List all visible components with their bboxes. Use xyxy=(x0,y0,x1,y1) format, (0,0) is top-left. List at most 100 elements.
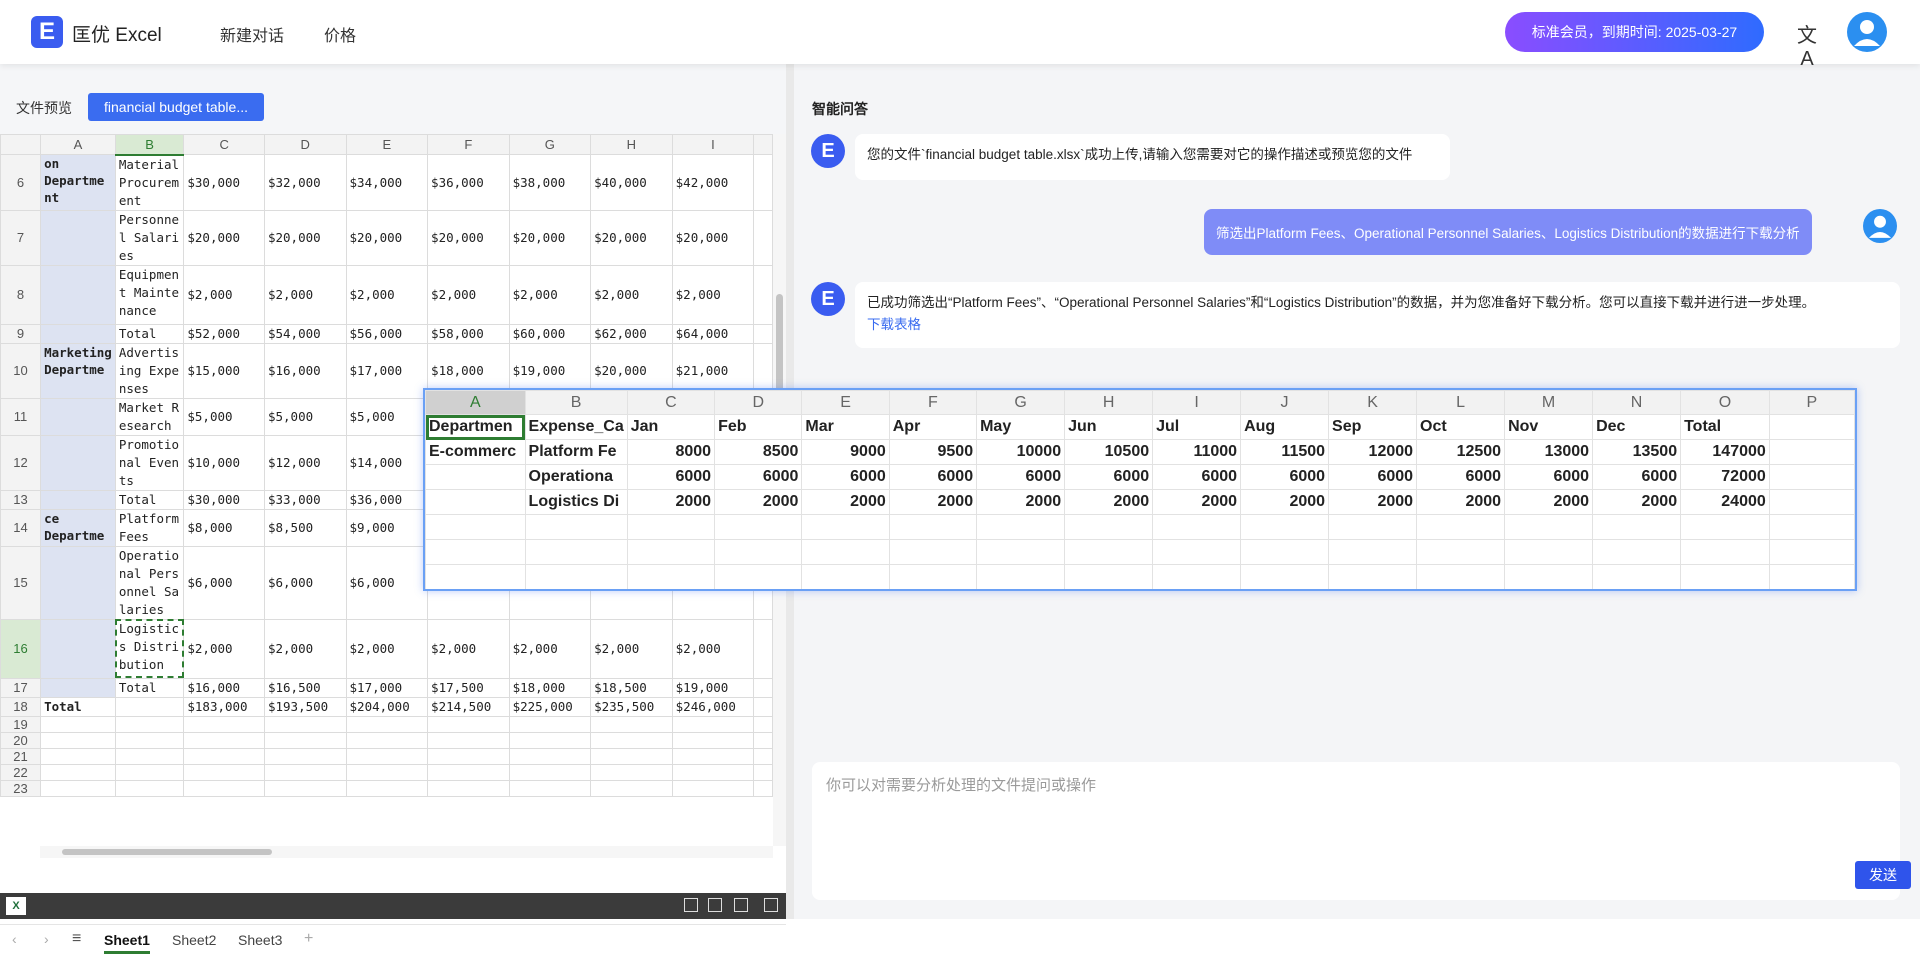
row-number[interactable]: 8 xyxy=(0,264,42,325)
cell-value[interactable]: $62,000 xyxy=(590,323,673,344)
column-header[interactable]: F xyxy=(427,134,510,155)
preview-cell[interactable] xyxy=(888,564,978,589)
preview-cell[interactable] xyxy=(425,564,526,589)
preview-cell[interactable]: 13500 xyxy=(1592,439,1682,465)
cell-value[interactable] xyxy=(753,209,773,266)
preview-header-cell[interactable]: Aug xyxy=(1240,414,1330,440)
preview-cell[interactable] xyxy=(1416,539,1506,565)
cell-b[interactable]: Total xyxy=(114,677,185,698)
cell-value[interactable]: $18,500 xyxy=(590,677,673,698)
cell-b[interactable]: Platform Fees xyxy=(114,508,185,547)
cell-a[interactable] xyxy=(40,618,116,679)
cell-value[interactable] xyxy=(183,779,265,797)
preview-cell[interactable] xyxy=(888,514,978,540)
cell-value[interactable]: $33,000 xyxy=(263,489,347,510)
column-header[interactable]: B xyxy=(114,134,185,156)
cell-value[interactable]: $16,500 xyxy=(263,677,347,698)
cell-value[interactable]: $19,000 xyxy=(671,677,755,698)
preview-cell[interactable] xyxy=(976,564,1066,589)
preview-column-header[interactable]: F xyxy=(888,390,978,415)
cell-value[interactable] xyxy=(753,731,773,749)
preview-column-header[interactable]: N xyxy=(1592,390,1682,415)
cell-value[interactable]: $183,000 xyxy=(183,696,265,717)
preview-cell[interactable] xyxy=(1416,514,1506,540)
row-number[interactable]: 20 xyxy=(0,731,42,749)
cell-value[interactable]: $30,000 xyxy=(183,489,265,510)
cell-value[interactable]: $20,000 xyxy=(508,209,592,266)
preview-cell[interactable] xyxy=(1592,564,1682,589)
send-button[interactable]: 发送 xyxy=(1855,861,1911,889)
cell-value[interactable]: $235,500 xyxy=(590,696,673,717)
status-copy-icon[interactable] xyxy=(684,898,698,912)
cell-value[interactable] xyxy=(671,731,755,749)
preview-cell[interactable] xyxy=(1064,564,1154,589)
preview-cell[interactable] xyxy=(524,514,628,540)
preview-cell[interactable] xyxy=(1680,564,1770,589)
cell-value[interactable] xyxy=(590,779,673,797)
preview-cell[interactable] xyxy=(1680,514,1770,540)
preview-cell[interactable]: 72000 xyxy=(1680,464,1770,490)
cell-value[interactable]: $14,000 xyxy=(345,434,429,491)
preview-cell[interactable]: 9500 xyxy=(888,439,978,465)
cell-value[interactable]: $17,000 xyxy=(345,677,429,698)
cell-a[interactable] xyxy=(40,715,116,733)
cell-value[interactable]: $52,000 xyxy=(183,323,265,344)
cell-value[interactable] xyxy=(183,747,265,765)
cell-b[interactable] xyxy=(114,715,185,733)
cell-value[interactable] xyxy=(508,779,592,797)
cell-a[interactable] xyxy=(40,677,116,698)
preview-cell[interactable] xyxy=(976,514,1066,540)
cell-b[interactable]: Total xyxy=(114,489,185,510)
preview-column-header[interactable]: I xyxy=(1152,390,1242,415)
preview-cell[interactable] xyxy=(626,539,716,565)
cell-value[interactable]: $20,000 xyxy=(671,209,755,266)
preview-cell[interactable] xyxy=(1768,539,1855,565)
preview-cell[interactable]: 10500 xyxy=(1064,439,1154,465)
cell-value[interactable] xyxy=(183,715,265,733)
cell-value[interactable]: $18,000 xyxy=(508,677,592,698)
cell-value[interactable]: $2,000 xyxy=(183,264,265,325)
preview-cell[interactable]: 11000 xyxy=(1152,439,1242,465)
cell-value[interactable]: $38,000 xyxy=(508,154,592,211)
cell-value[interactable]: $42,000 xyxy=(671,154,755,211)
cell-value[interactable]: $36,000 xyxy=(427,154,510,211)
cell-b[interactable]: Advertising Expenses xyxy=(114,342,185,399)
preview-cell[interactable] xyxy=(1504,514,1594,540)
row-number[interactable]: 17 xyxy=(0,677,42,698)
preview-cell[interactable] xyxy=(1152,514,1242,540)
cell-a[interactable]: Total xyxy=(40,696,116,717)
cell-value[interactable] xyxy=(427,763,510,781)
preview-cell[interactable]: 6000 xyxy=(714,464,803,490)
membership-badge[interactable]: 标准会员，到期时间: 2025-03-27 xyxy=(1505,12,1764,52)
row-number[interactable]: 12 xyxy=(0,434,42,491)
cell-value[interactable]: $6,000 xyxy=(263,545,347,620)
cell-value[interactable]: $32,000 xyxy=(263,154,347,211)
preview-cell[interactable]: 2000 xyxy=(1328,489,1418,515)
download-table-link[interactable]: 下载表格 xyxy=(867,314,1888,336)
nav-pricing[interactable]: 价格 xyxy=(324,22,356,46)
cell-value[interactable]: $2,000 xyxy=(671,618,755,679)
cell-value[interactable] xyxy=(427,747,510,765)
preview-cell[interactable]: 13000 xyxy=(1504,439,1594,465)
preview-cell[interactable] xyxy=(1768,464,1855,490)
preview-cell[interactable] xyxy=(1152,539,1242,565)
cell-value[interactable]: $2,000 xyxy=(345,618,429,679)
preview-cell[interactable] xyxy=(425,539,526,565)
cell-value[interactable] xyxy=(590,747,673,765)
cell-value[interactable] xyxy=(753,264,773,325)
cell-value[interactable]: $9,000 xyxy=(345,508,429,547)
preview-cell[interactable]: 6000 xyxy=(1328,464,1418,490)
preview-cell[interactable] xyxy=(1328,514,1418,540)
cell-value[interactable]: $2,000 xyxy=(671,264,755,325)
cell-value[interactable]: $8,500 xyxy=(263,508,347,547)
column-header[interactable]: G xyxy=(508,134,592,155)
preview-header-cell[interactable]: Dec xyxy=(1592,414,1682,440)
preview-cell[interactable] xyxy=(425,464,526,490)
tab-prev-icon[interactable]: ‹ xyxy=(12,931,17,947)
preview-cell[interactable]: 6000 xyxy=(1152,464,1242,490)
preview-cell[interactable] xyxy=(626,564,716,589)
cell-value[interactable]: $54,000 xyxy=(263,323,347,344)
preview-cell[interactable] xyxy=(1504,539,1594,565)
cell-a[interactable]: ce Departme xyxy=(40,508,116,547)
preview-header-cell[interactable]: Oct xyxy=(1416,414,1506,440)
